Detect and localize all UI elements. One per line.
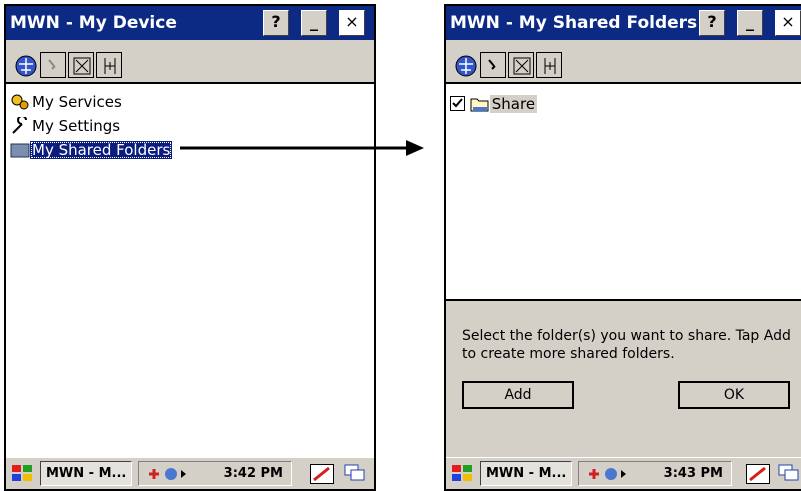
input-panel-icon[interactable] xyxy=(746,464,770,484)
services-gear-icon xyxy=(10,93,30,111)
wrench-icon xyxy=(48,59,56,70)
switch-windows-icon[interactable] xyxy=(344,464,366,482)
left-tool-stop[interactable] xyxy=(68,52,94,78)
right-toolbar xyxy=(446,40,801,84)
box-x-icon xyxy=(513,57,531,75)
add-button[interactable]: Add xyxy=(462,381,574,409)
left-minimize-button[interactable]: _ xyxy=(301,10,327,36)
ok-button[interactable]: OK xyxy=(678,381,790,409)
connection-status-icon[interactable] xyxy=(147,466,189,482)
left-title-bar: MWN - My Device ? _ × xyxy=(6,6,374,40)
list-item-label: Share xyxy=(489,94,538,113)
left-help-button[interactable]: ? xyxy=(263,10,289,36)
windows-start-icon[interactable] xyxy=(10,462,34,484)
left-taskbar-app-button[interactable]: MWN - M... xyxy=(40,461,132,486)
list-item-label: My Settings xyxy=(32,116,121,135)
navigation-arrow xyxy=(180,140,424,156)
right-taskbar: MWN - M... 3:43 PM xyxy=(446,457,801,489)
share-checkbox[interactable] xyxy=(450,96,465,111)
right-system-tray: 3:43 PM xyxy=(578,461,732,486)
right-help-button[interactable]: ? xyxy=(699,10,725,36)
left-tool-connect[interactable] xyxy=(96,52,122,78)
share-instructions-text: Select the folder(s) you want to share. … xyxy=(462,328,791,362)
list-item-my-shared-folders[interactable]: My Shared Folders xyxy=(10,138,173,160)
box-x-icon xyxy=(73,57,91,75)
right-tool-settings[interactable] xyxy=(480,52,506,78)
list-item-share[interactable]: Share xyxy=(450,92,538,114)
left-clock: 3:42 PM xyxy=(223,466,283,481)
right-clock: 3:43 PM xyxy=(663,466,723,481)
right-title-bar: MWN - My Shared Folders ? _ × xyxy=(446,6,801,40)
right-tool-stop[interactable] xyxy=(508,52,534,78)
left-close-button[interactable]: × xyxy=(339,10,365,36)
left-window-title: MWN - My Device xyxy=(10,13,177,33)
right-taskbar-app-button[interactable]: MWN - M... xyxy=(480,461,572,486)
connect-icon xyxy=(544,58,556,74)
left-toolbar xyxy=(6,40,374,84)
left-taskbar: MWN - M... 3:42 PM xyxy=(6,457,374,489)
list-item-my-services[interactable]: My Services xyxy=(10,90,124,112)
left-tool-settings[interactable] xyxy=(40,52,66,78)
windows-start-icon[interactable] xyxy=(450,462,474,484)
share-instructions-panel: Select the folder(s) you want to share. … xyxy=(446,299,801,457)
wrench-icon xyxy=(10,114,30,135)
left-device-window: MWN - My Device ? _ × My Services My Set… xyxy=(4,4,376,491)
right-device-window: MWN - My Shared Folders ? _ × Share Sele… xyxy=(444,4,801,491)
wrench-icon xyxy=(488,59,496,70)
list-item-my-settings[interactable]: My Settings xyxy=(10,114,122,136)
right-close-button[interactable]: × xyxy=(775,10,801,36)
right-tool-connect[interactable] xyxy=(536,52,562,78)
right-tool-network[interactable] xyxy=(452,52,478,78)
shared-folder-icon xyxy=(470,95,490,113)
network-globe-icon xyxy=(455,55,477,77)
right-minimize-button[interactable]: _ xyxy=(737,10,763,36)
switch-windows-icon[interactable] xyxy=(778,464,800,482)
right-folder-list: Share xyxy=(446,84,801,299)
left-tool-network[interactable] xyxy=(12,52,38,78)
connect-icon xyxy=(104,58,116,74)
network-globe-icon xyxy=(15,55,37,77)
list-item-label: My Shared Folders xyxy=(30,140,173,159)
input-panel-icon[interactable] xyxy=(310,464,334,484)
right-window-title: MWN - My Shared Folders xyxy=(450,13,698,33)
shared-folders-icon xyxy=(10,141,30,159)
connection-status-icon[interactable] xyxy=(587,466,629,482)
left-system-tray: 3:42 PM xyxy=(138,461,292,486)
list-item-label: My Services xyxy=(32,92,122,111)
